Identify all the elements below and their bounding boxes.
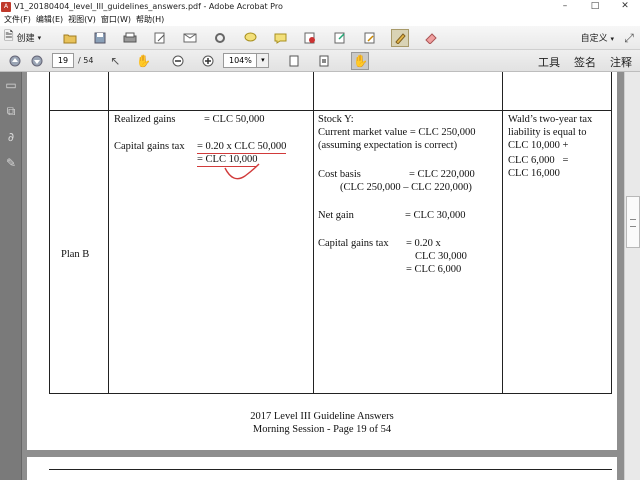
assumption-note: (assuming expectation is correct) [318,140,458,151]
net-gain-label: Net gain [318,210,354,221]
zoom-in-icon[interactable] [199,52,217,70]
page-number-input[interactable]: 19 [52,53,74,68]
capital-gains-tax-formula: = 0.20 x CLC 50,000 [197,141,287,154]
close-button[interactable]: ✕ [610,0,640,13]
pdf-icon[interactable] [301,29,319,47]
next-page-icon[interactable] [28,52,46,70]
table-row-divider [49,110,612,111]
side-panel-links: 工具 签名 注释 [524,54,632,70]
menu-window[interactable]: 窗口(W) [101,14,131,25]
stock-y-label: Stock Y: [318,114,354,125]
menu-file[interactable]: 文件(F) [4,14,31,25]
comment-panel-link[interactable]: 注释 [610,54,632,70]
signatures-icon[interactable]: ✎ [0,150,22,176]
sign-panel-link[interactable]: 签名 [574,54,596,70]
bookmarks-icon[interactable]: ⧉ [0,98,22,124]
read-mode-icon[interactable]: ✋ [351,51,370,70]
expand-icon[interactable]: ⤢ [620,29,638,47]
summary-line5: CLC 16,000 [508,168,560,179]
scrollbar-thumb[interactable] [626,196,640,248]
cost-basis-label: Cost basis [318,169,361,180]
main-toolbar: 🗎 创建 ▾ 自定义 ▾ ⤢ [0,26,640,50]
next-page-rule [49,469,612,470]
comment-icon[interactable] [241,29,259,47]
table-border-right [611,72,612,394]
cost-basis-calc: (CLC 250,000 – CLC 220,000) [340,182,472,193]
menu-bar: 文件(F) 编辑(E) 视图(V) 窗口(W) 帮助(H) [0,13,640,26]
eraser-icon[interactable] [421,29,439,47]
customize-label: 自定义 [580,34,608,44]
page-thumbnails-icon[interactable]: ▭ [0,72,22,98]
tools-panel-link[interactable]: 工具 [538,54,560,70]
zoom-dropdown-chevron-icon[interactable]: ▾ [257,53,270,68]
menu-edit[interactable]: 编辑(E) [36,14,63,25]
page-footer-subtitle: Morning Session - Page 19 of 54 [252,424,392,435]
window-title: V1_20180404_level_III_guidelines_answers… [14,2,283,11]
create-icon: 🗎 [4,29,14,43]
table-border-col2 [313,72,314,394]
print-icon[interactable] [121,29,139,47]
handwritten-annotation-icon [224,163,260,180]
prev-page-icon[interactable] [6,52,24,70]
page-footer-title: 2017 Level III Guideline Answers [250,411,394,422]
zoom-out-icon[interactable] [169,52,187,70]
table-border-bottom [49,393,612,394]
folder-open-icon[interactable] [61,29,79,47]
maximize-button[interactable]: □ [580,0,610,13]
next-pdf-page [27,457,617,480]
select-cursor-icon[interactable]: ↖ [106,52,124,70]
menu-view[interactable]: 视图(V) [68,14,96,25]
capital-gains-tax-label: Capital gains tax [114,141,185,152]
table-border-col1 [108,72,109,394]
fit-width-icon[interactable] [285,52,303,70]
chevron-down-icon: ▾ [610,35,614,43]
hand-tool-icon[interactable]: ✋ [134,52,152,70]
cgt-line1: = 0.20 x [406,238,441,249]
realized-gains-value: = CLC 50,000 [204,114,265,125]
realized-gains-label: Realized gains [114,114,176,125]
table-border-left [49,72,50,394]
highlight-icon[interactable] [391,28,410,47]
document-viewport[interactable]: Plan B Realized gains = CLC 50,000 Capit… [22,72,640,480]
cgt-line2: CLC 30,000 [415,251,467,262]
combine-icon[interactable] [361,29,379,47]
cgt-line3: = CLC 6,000 [406,264,462,275]
email-icon[interactable] [181,29,199,47]
summary-line4: CLC 6,000 = [508,155,569,166]
navigation-pane: ▭ ⧉ ∂ ✎ [0,72,22,480]
chevron-down-icon: ▾ [37,33,42,42]
summary-line2: liability is equal to [508,127,587,138]
fit-page-icon[interactable] [315,52,333,70]
zoom-level-input[interactable]: 104% [223,53,258,68]
settings-icon[interactable] [211,29,229,47]
acrobat-app-icon: A [1,1,11,12]
menu-help[interactable]: 帮助(H) [136,14,164,25]
attachments-icon[interactable]: ∂ [0,124,22,150]
page-total: / 54 [78,56,94,65]
customize-menu[interactable]: 自定义 ▾ [581,31,614,44]
window-controls: – □ ✕ [550,0,640,13]
current-market-value: Current market value = CLC 250,000 [318,127,476,138]
edit-icon[interactable] [151,29,169,47]
create-label: 创建 [16,34,35,44]
title-bar: A V1_20180404_level_III_guidelines_answe… [0,0,640,13]
row-label-plan-b: Plan B [61,249,90,260]
net-gain-value: = CLC 30,000 [405,210,466,221]
cost-basis-value: = CLC 220,000 [409,169,475,180]
cgt-label: Capital gains tax [318,238,389,249]
minimize-button[interactable]: – [550,0,580,13]
vertical-scrollbar[interactable] [624,72,640,480]
table-border-col3 [502,72,503,394]
pdf-page: Plan B Realized gains = CLC 50,000 Capit… [27,72,617,450]
summary-line1: Wald’s two-year tax [508,114,593,125]
sign-icon[interactable] [271,29,289,47]
save-icon[interactable] [91,29,109,47]
export-icon[interactable] [331,29,349,47]
summary-line3: CLC 10,000 + [508,140,569,151]
create-button[interactable]: 🗎 创建 ▾ [4,27,41,48]
